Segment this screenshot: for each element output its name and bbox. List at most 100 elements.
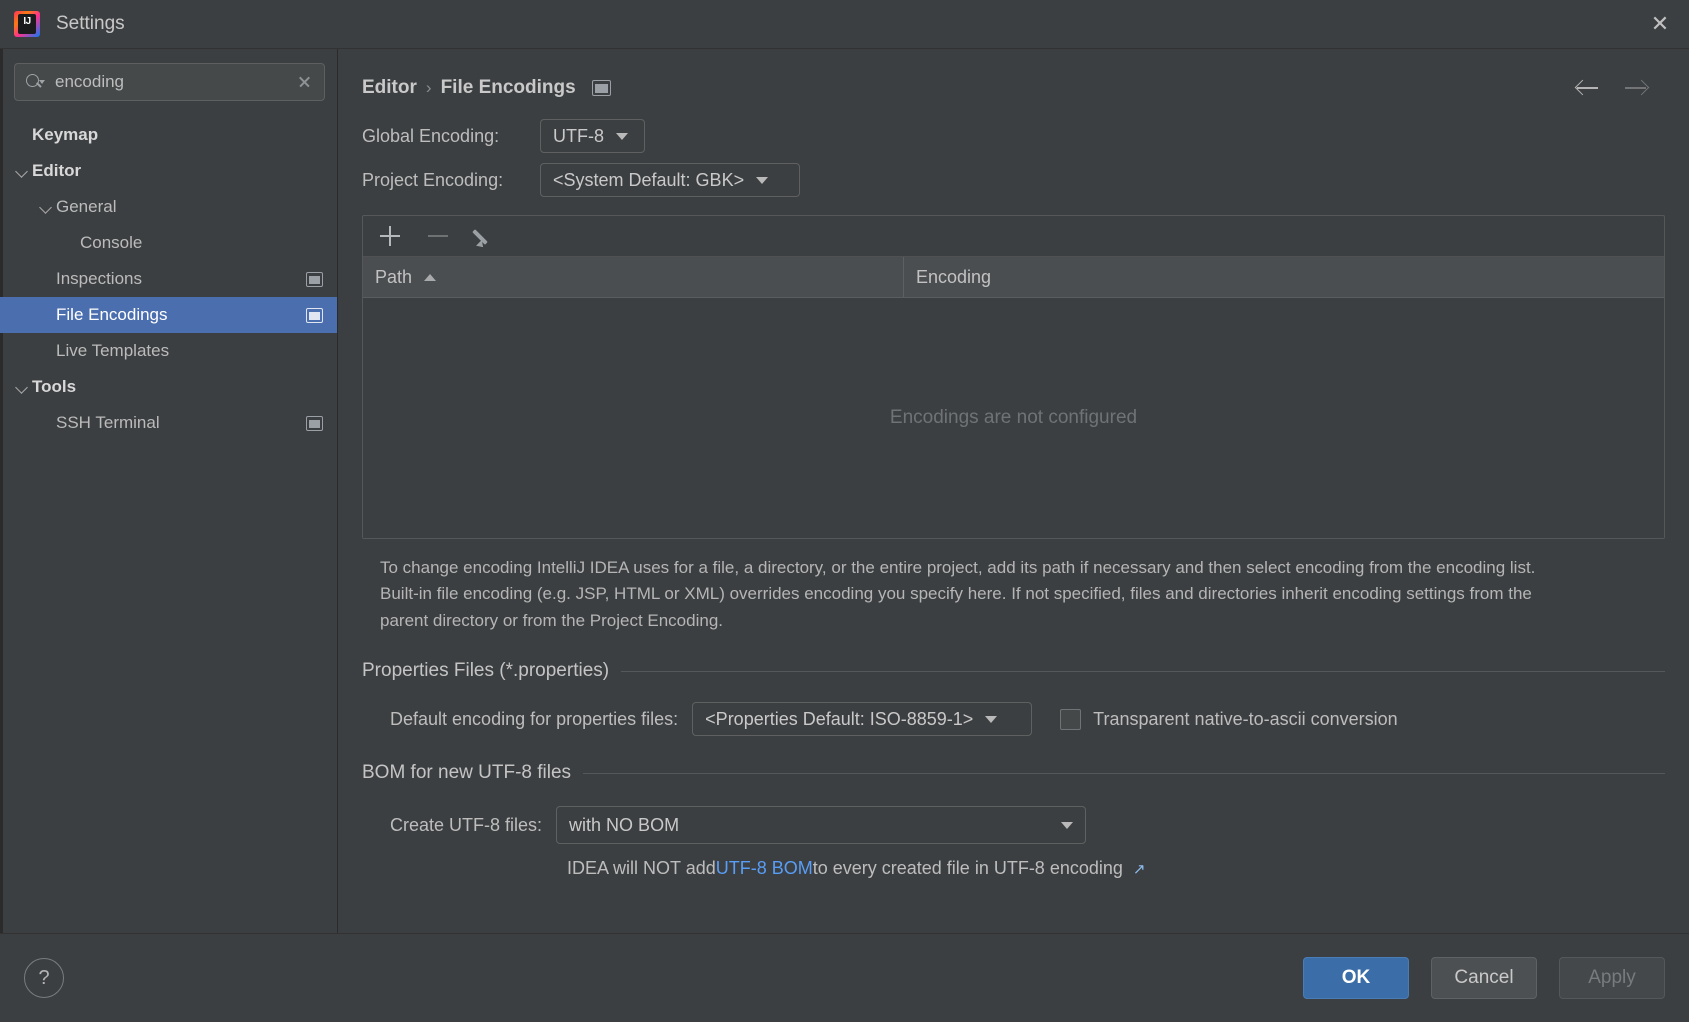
sidebar-item-label: Tools xyxy=(32,377,77,396)
intellij-idea-logo-icon xyxy=(14,11,40,37)
global-encoding-combo[interactable]: UTF-8 xyxy=(540,119,645,153)
sidebar-item-label: Editor xyxy=(32,161,82,180)
create-utf8-label: Create UTF-8 files: xyxy=(390,814,543,835)
sidebar-item-label: General xyxy=(56,197,117,216)
encodings-table-panel: Path Encoding Encodings are not configur… xyxy=(362,215,1665,539)
search-icon xyxy=(25,72,45,92)
settings-dialog: Settings ✕ encoding Keymap Editor General C… xyxy=(0,0,1689,1022)
breadcrumb-current: File Encodings xyxy=(440,77,576,98)
sidebar-item-console[interactable]: Console xyxy=(0,225,337,261)
global-encoding-value: UTF-8 xyxy=(553,125,604,146)
project-scope-icon xyxy=(306,271,323,287)
encodings-description: To change encoding IntelliJ IDEA uses fo… xyxy=(380,558,1536,630)
breadcrumb-separator: › xyxy=(425,78,432,97)
properties-encoding-value: <Properties Default: ISO-8859-1> xyxy=(705,708,974,729)
sidebar-item-label: Inspections xyxy=(56,269,142,288)
chevron-down-icon[interactable] xyxy=(38,198,56,216)
checkbox-box-icon xyxy=(1060,708,1082,730)
project-encoding-value: <System Default: GBK> xyxy=(553,169,745,190)
project-scope-icon xyxy=(591,80,611,96)
bom-hint-link[interactable]: UTF-8 BOM xyxy=(716,858,813,879)
encodings-table-header: Path Encoding xyxy=(363,257,1664,298)
window-title: Settings xyxy=(56,13,125,34)
create-utf8-combo[interactable]: with NO BOM xyxy=(556,806,1087,845)
bom-section-header: BOM for new UTF-8 files xyxy=(362,762,1665,784)
title-bar: Settings ✕ xyxy=(0,0,1689,49)
breadcrumb: Editor › File Encodings xyxy=(338,49,1689,105)
sidebar-item-tools[interactable]: Tools xyxy=(0,369,337,405)
column-header-encoding[interactable]: Encoding xyxy=(904,257,1664,297)
create-utf8-row: Create UTF-8 files: with NO BOM xyxy=(362,806,1665,845)
settings-tree: Keymap Editor General Console Inspections Fil… xyxy=(0,111,337,933)
help-button[interactable]: ? xyxy=(24,958,64,998)
sidebar-item-file-encodings[interactable]: File Encodings xyxy=(0,297,337,333)
properties-encoding-row: Default encoding for properties files: <… xyxy=(362,702,1665,737)
encodings-table-toolbar xyxy=(363,216,1664,257)
dialog-body: encoding Keymap Editor General Console Inspe… xyxy=(0,49,1689,933)
section-divider xyxy=(621,670,1665,672)
sidebar-item-editor[interactable]: Editor xyxy=(0,153,337,189)
sort-ascending-icon xyxy=(424,273,437,281)
bom-hint-prefix: IDEA will NOT add xyxy=(567,858,716,879)
cancel-button[interactable]: Cancel xyxy=(1431,957,1537,999)
close-icon[interactable]: ✕ xyxy=(1631,0,1689,47)
minus-icon xyxy=(425,223,451,249)
clear-icon[interactable] xyxy=(296,73,314,91)
arrow-right-icon[interactable] xyxy=(1623,77,1650,99)
project-scope-icon xyxy=(306,307,323,323)
sidebar-item-live-templates[interactable]: Live Templates xyxy=(0,333,337,369)
plus-icon[interactable] xyxy=(377,223,403,249)
column-header-path[interactable]: Path xyxy=(363,257,904,297)
properties-section-header: Properties Files (*.properties) xyxy=(362,660,1665,682)
file-encodings-pane: Global Encoding: UTF-8 Project Encoding:… xyxy=(338,105,1689,933)
bom-hint: IDEA will NOT add UTF-8 BOM to every cre… xyxy=(362,858,1665,879)
search-input-value: encoding xyxy=(55,72,125,91)
sidebar-item-label: SSH Terminal xyxy=(56,413,160,432)
sidebar-item-inspections[interactable]: Inspections xyxy=(0,261,337,297)
chevron-down-icon xyxy=(756,176,769,184)
project-encoding-label: Project Encoding: xyxy=(362,169,504,190)
arrow-left-icon[interactable] xyxy=(1574,77,1601,99)
sidebar-item-general[interactable]: General xyxy=(0,189,337,225)
sidebar-item-label: Keymap xyxy=(32,125,99,144)
column-header-path-label: Path xyxy=(375,266,413,287)
project-encoding-combo[interactable]: <System Default: GBK> xyxy=(540,163,800,197)
navigation-arrows xyxy=(1574,77,1665,99)
transparent-conversion-label: Transparent native-to-ascii conversion xyxy=(1093,708,1398,729)
properties-encoding-label: Default encoding for properties files: xyxy=(390,708,679,729)
section-divider xyxy=(583,772,1665,774)
sidebar-item-label: File Encodings xyxy=(56,305,168,324)
dialog-footer: ? OK Cancel Apply xyxy=(0,933,1689,1022)
chevron-down-icon xyxy=(1061,821,1074,829)
settings-content: Editor › File Encodings Global Encoding: xyxy=(338,49,1689,933)
chevron-down-icon xyxy=(985,715,998,723)
external-link-icon: ↗ xyxy=(1132,861,1146,879)
ok-button[interactable]: OK xyxy=(1303,957,1409,999)
bom-hint-suffix: to every created file in UTF-8 encoding xyxy=(812,858,1123,879)
search-container: encoding xyxy=(0,49,337,111)
transparent-conversion-checkbox[interactable]: Transparent native-to-ascii conversion xyxy=(1060,708,1398,730)
chevron-down-icon[interactable] xyxy=(14,378,32,396)
bom-section-title: BOM for new UTF-8 files xyxy=(362,762,572,784)
sidebar-item-ssh-terminal[interactable]: SSH Terminal xyxy=(0,405,337,441)
search-input[interactable]: encoding xyxy=(14,63,325,101)
global-encoding-label: Global Encoding: xyxy=(362,125,500,146)
settings-sidebar: encoding Keymap Editor General Console Inspe… xyxy=(0,49,338,933)
chevron-down-icon xyxy=(616,132,628,140)
chevron-down-icon[interactable] xyxy=(14,162,32,180)
properties-section-title: Properties Files (*.properties) xyxy=(362,660,610,682)
encodings-table-body[interactable]: Encodings are not configured xyxy=(363,298,1664,538)
project-scope-icon xyxy=(306,415,323,431)
breadcrumb-parent[interactable]: Editor xyxy=(362,77,417,99)
apply-button: Apply xyxy=(1559,957,1665,999)
sidebar-item-label: Console xyxy=(80,233,143,252)
properties-encoding-combo[interactable]: <Properties Default: ISO-8859-1> xyxy=(692,702,1033,737)
sidebar-item-keymap[interactable]: Keymap xyxy=(0,117,337,153)
pencil-icon[interactable] xyxy=(472,223,499,250)
